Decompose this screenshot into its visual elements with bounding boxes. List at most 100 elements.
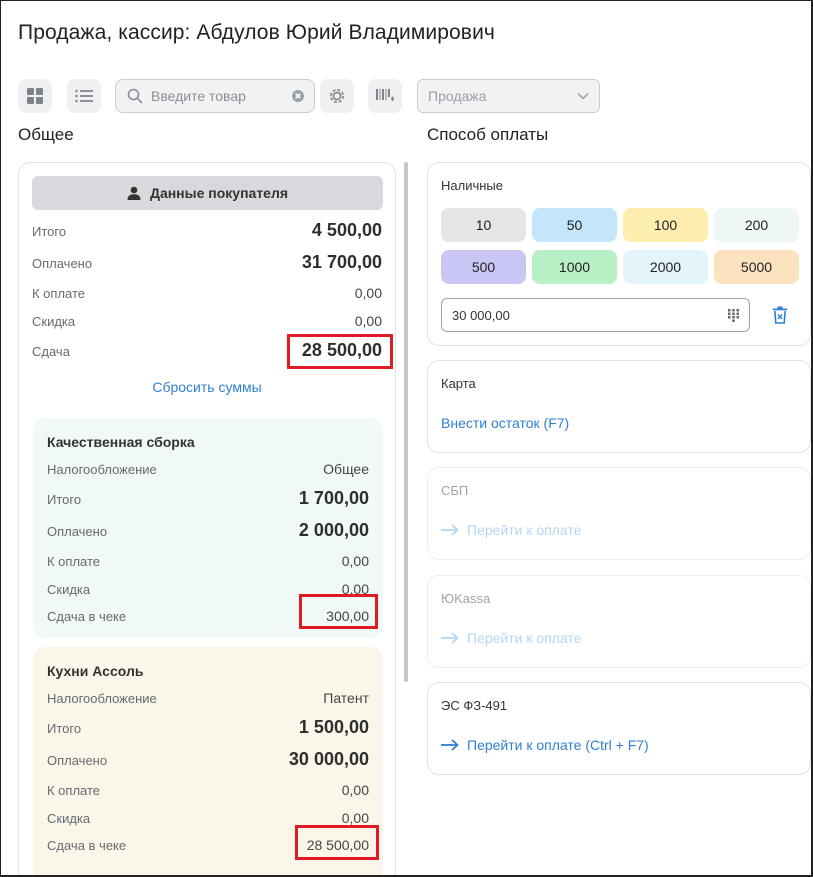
payment-card-card: Карта Внести остаток (F7) xyxy=(427,360,811,453)
barcode-button[interactable] xyxy=(368,79,402,113)
summary-card: Данные покупателя Итого 4 500,00 Оплачен… xyxy=(18,162,396,875)
row-label: Сдача в чеке xyxy=(47,838,127,853)
highlight-box xyxy=(295,825,379,860)
row-value: 0,00 xyxy=(341,553,369,569)
row-label: Итого xyxy=(32,224,67,239)
row-value: 2 000,00 xyxy=(298,520,369,540)
list-view-button[interactable] xyxy=(67,79,101,113)
row-label: Итого xyxy=(47,492,82,507)
chevron-down-icon xyxy=(577,92,589,100)
clear-icon[interactable] xyxy=(292,90,304,102)
row-value: 1 500,00 xyxy=(298,717,369,737)
denomination-button[interactable]: 5000 xyxy=(714,250,799,284)
go-to-payment-link[interactable]: Перейти к оплате xyxy=(441,522,581,538)
row-value: 0,00 xyxy=(354,313,382,329)
denomination-button[interactable]: 200 xyxy=(714,208,799,242)
list-view-icon xyxy=(75,89,93,103)
row-value: 0,00 xyxy=(341,782,369,798)
row-label: К оплате xyxy=(47,783,101,798)
search-placeholder: Введите товар xyxy=(151,88,246,104)
row-label: Скидка xyxy=(47,811,91,826)
row-label: Итого xyxy=(47,721,82,736)
search-icon xyxy=(127,88,143,104)
trash-icon[interactable] xyxy=(772,306,788,324)
cash-amount-value: 30 000,00 xyxy=(452,307,510,323)
row-label: Скидка xyxy=(47,582,91,597)
arrow-right-icon xyxy=(441,739,459,751)
enter-remainder-link[interactable]: Внести остаток (F7) xyxy=(441,415,569,431)
summary-scrollbar[interactable] xyxy=(404,162,408,682)
org-row-total: Итого 1 700,00 xyxy=(47,488,369,509)
denomination-button[interactable]: 2000 xyxy=(623,250,708,284)
grid-view-icon xyxy=(27,88,43,104)
row-value: 31 700,00 xyxy=(301,252,382,272)
denomination-button[interactable]: 500 xyxy=(441,250,526,284)
denomination-button[interactable]: 100 xyxy=(623,208,708,242)
denomination-button[interactable]: 1000 xyxy=(532,250,617,284)
row-value: 30 000,00 xyxy=(288,749,369,769)
row-label: Оплачено xyxy=(47,524,108,539)
org-row-discount: Скидка 0,00 xyxy=(47,810,369,826)
row-label: Скидка xyxy=(32,314,76,329)
grid-view-button[interactable] xyxy=(18,79,52,113)
row-value: 1 700,00 xyxy=(298,488,369,508)
row-label: Оплачено xyxy=(32,256,93,271)
payment-method-name: ЮKassa xyxy=(441,591,491,606)
payment-section-title: Способ оплаты xyxy=(427,125,549,144)
cash-amount-input[interactable]: 30 000,00 xyxy=(441,298,750,332)
row-label: Сдача в чеке xyxy=(47,609,127,624)
customer-button-label: Данные покупателя xyxy=(149,185,289,201)
summary-row-due: К оплате 0,00 xyxy=(19,285,395,301)
barcode-icon xyxy=(376,89,394,101)
payment-card-yukassa: ЮKassa Перейти к оплате xyxy=(427,575,811,668)
row-value: 0,00 xyxy=(341,810,369,826)
arrow-right-icon xyxy=(441,632,459,644)
summary-row-paid: Оплачено 31 700,00 xyxy=(19,252,395,273)
payment-method-name: Карта xyxy=(441,376,476,391)
org-row-total: Итого 1 500,00 xyxy=(47,717,369,738)
link-label: Перейти к оплате (Ctrl + F7) xyxy=(467,737,649,753)
reset-sums-link[interactable]: Сбросить суммы xyxy=(19,379,395,395)
go-to-payment-link[interactable]: Перейти к оплате xyxy=(441,630,581,646)
summary-row-discount: Скидка 0,00 xyxy=(19,313,395,329)
row-label: К оплате xyxy=(32,286,86,301)
highlight-box xyxy=(287,334,393,369)
summary-section-title: Общее xyxy=(18,125,74,144)
payment-method-name: ЭС ФЗ-491 xyxy=(441,698,508,713)
customer-data-button[interactable]: Данные покупателя xyxy=(32,176,383,210)
mode-select-value: Продажа xyxy=(428,88,487,104)
org-row-tax: Налогообложение Общее xyxy=(47,461,369,477)
row-value: 0,00 xyxy=(354,285,382,301)
org-name: Качественная сборка xyxy=(47,434,195,450)
summary-row-total: Итого 4 500,00 xyxy=(19,220,395,241)
row-value: 4 500,00 xyxy=(311,220,382,240)
payment-method-name: СБП xyxy=(441,483,469,498)
person-icon xyxy=(127,186,141,200)
org-name: Кухни Ассоль xyxy=(47,663,144,679)
row-label: Налогообложение xyxy=(47,691,157,706)
highlight-box xyxy=(299,594,378,629)
org-row-tax: Налогообложение Патент xyxy=(47,690,369,706)
settings-button[interactable] xyxy=(320,79,354,113)
payment-card-es: ЭС ФЗ-491 Перейти к оплате (Ctrl + F7) xyxy=(427,682,811,775)
search-input[interactable]: Введите товар xyxy=(115,79,315,113)
go-to-payment-link[interactable]: Перейти к оплате (Ctrl + F7) xyxy=(441,737,649,753)
row-label: Сдача xyxy=(32,344,70,359)
org-row-due: К оплате 0,00 xyxy=(47,782,369,798)
row-value: Патент xyxy=(323,690,369,706)
org-row-paid: Оплачено 2 000,00 xyxy=(47,520,369,541)
denomination-button[interactable]: 50 xyxy=(532,208,617,242)
denomination-button[interactable]: 10 xyxy=(441,208,526,242)
gear-icon xyxy=(330,89,344,103)
arrow-right-icon xyxy=(441,524,459,536)
mode-select[interactable]: Продажа xyxy=(417,79,600,113)
link-label: Внести остаток (F7) xyxy=(441,415,570,431)
org-card-kachestvennaya: Качественная сборка Налогообложение Обще… xyxy=(33,418,383,638)
payment-card-cash: Наличные 10 50 100 200 500 1000 2000 500… xyxy=(427,162,811,346)
keypad-icon[interactable] xyxy=(728,308,739,322)
page-title: Продажа, кассир: Абдулов Юрий Владимиров… xyxy=(18,21,495,44)
link-label: Перейти к оплате xyxy=(467,522,582,538)
payment-card-sbp: СБП Перейти к оплате xyxy=(427,467,811,560)
row-value: Общее xyxy=(323,461,369,477)
row-label: Налогообложение xyxy=(47,462,157,477)
